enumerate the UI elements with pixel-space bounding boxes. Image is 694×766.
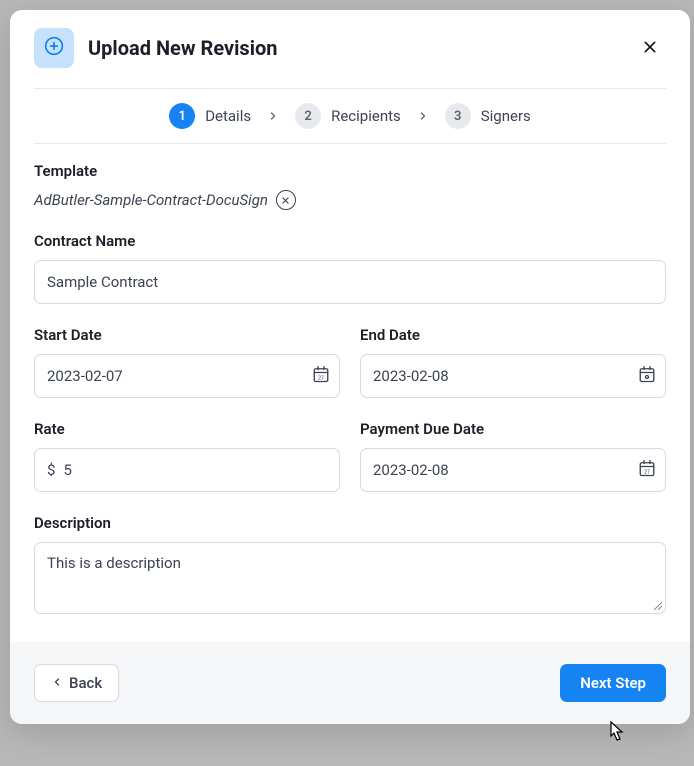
step-details[interactable]: 1 Details [169,103,251,129]
end-date-field: End Date [360,326,666,398]
rate-payment-row: Rate $ Payment Due Date 27 [34,420,666,492]
back-label: Back [69,674,102,692]
modal-footer: Back Next Step [10,642,690,724]
contract-name-input[interactable] [34,260,666,304]
step-number: 1 [169,103,195,129]
chevron-right-icon [417,110,429,122]
currency-prefix: $ [35,461,61,479]
upload-revision-modal: Upload New Revision 1 Details 2 Recipien… [10,10,690,724]
step-label: Signers [481,107,531,125]
chevron-left-icon [51,674,63,692]
date-row: Start Date 27 End Date [34,326,666,398]
next-step-button[interactable]: Next Step [560,664,666,702]
template-row: AdButler-Sample-Contract-DocuSign [34,190,666,210]
plus-circle-icon [44,36,64,60]
x-icon [281,193,290,208]
close-icon [642,39,658,58]
close-button[interactable] [634,32,666,64]
payment-due-input[interactable] [360,448,666,492]
field-label: Start Date [34,326,340,344]
field-label: Contract Name [34,232,666,250]
pointer-cursor-icon [604,720,626,750]
chevron-right-icon [267,110,279,122]
description-field: Description [34,514,666,618]
step-number: 3 [445,103,471,129]
rate-input[interactable] [61,449,339,491]
rate-input-wrapper: $ [34,448,340,492]
step-label: Recipients [331,107,401,125]
step-recipients[interactable]: 2 Recipients [295,103,401,129]
template-label: Template [34,162,666,180]
description-textarea[interactable] [34,542,666,614]
field-label: Payment Due Date [360,420,666,438]
modal-body: Template AdButler-Sample-Contract-DocuSi… [10,144,690,642]
field-label: End Date [360,326,666,344]
contract-name-field: Contract Name [34,232,666,304]
payment-due-field: Payment Due Date 27 [360,420,666,492]
end-date-input[interactable] [360,354,666,398]
step-number: 2 [295,103,321,129]
start-date-input[interactable] [34,354,340,398]
step-signers[interactable]: 3 Signers [445,103,531,129]
field-label: Rate [34,420,340,438]
clear-template-button[interactable] [276,190,296,210]
step-label: Details [205,107,251,125]
upload-icon-badge [34,28,74,68]
back-button[interactable]: Back [34,664,119,702]
field-label: Description [34,514,666,532]
start-date-field: Start Date 27 [34,326,340,398]
template-name: AdButler-Sample-Contract-DocuSign [34,191,268,209]
rate-field: Rate $ [34,420,340,492]
next-label: Next Step [580,674,646,692]
stepper: 1 Details 2 Recipients 3 Signers [10,89,690,143]
modal-title: Upload New Revision [88,36,634,60]
modal-header: Upload New Revision [10,10,690,88]
